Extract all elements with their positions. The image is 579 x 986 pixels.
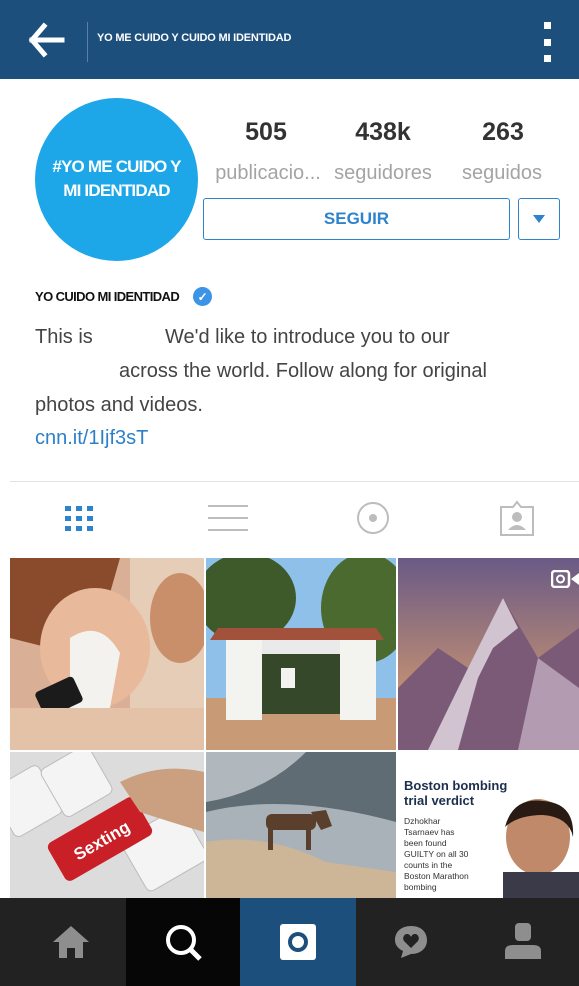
stat-followers[interactable]: 438k bbox=[328, 118, 438, 147]
camera-icon[interactable] bbox=[240, 898, 356, 986]
stat-following-label: seguidos bbox=[461, 162, 543, 184]
profile-name: YO CUIDO MI IDENTIDAD bbox=[35, 289, 180, 304]
stat-following[interactable]: 263 bbox=[458, 118, 548, 147]
stat-posts-value: 505 bbox=[245, 118, 287, 146]
chevron-down-icon bbox=[533, 215, 545, 223]
suspect-portrait bbox=[503, 799, 579, 898]
suggestions-dropdown-button[interactable] bbox=[518, 198, 560, 240]
arrow-left-icon[interactable] bbox=[22, 20, 72, 60]
avatar-text: #YO ME CUIDO Y MI IDENTIDAD bbox=[52, 157, 181, 200]
page-title: YO ME CUIDO Y CUIDO MI IDENTIDAD bbox=[97, 32, 292, 44]
stat-posts-label-wrap: publicacio... bbox=[198, 156, 338, 185]
list-icon[interactable] bbox=[198, 493, 258, 543]
tagged-person-icon[interactable] bbox=[487, 493, 547, 543]
profile-view-tabs bbox=[0, 493, 579, 543]
stat-followers-label: seguidores bbox=[334, 162, 432, 184]
video-camera-icon bbox=[550, 569, 579, 589]
stat-posts[interactable]: 505 bbox=[226, 118, 306, 147]
bio-line-1b: We'd like to introduce you to our bbox=[165, 326, 450, 348]
follow-button[interactable]: SEGUIR bbox=[203, 198, 510, 240]
post-dog-beach[interactable] bbox=[206, 752, 396, 898]
stat-followers-label-wrap: seguidores bbox=[323, 156, 443, 185]
activity-heart-icon[interactable] bbox=[356, 898, 466, 986]
post-mountain-sunset[interactable] bbox=[398, 558, 579, 750]
stat-following-label-wrap: seguidos bbox=[450, 156, 554, 185]
stat-followers-value: 438k bbox=[355, 118, 411, 146]
boston-body: Dzhokhar Tsarnaev has been found GUILTY … bbox=[404, 816, 469, 892]
stat-posts-label: publicacio... bbox=[215, 162, 321, 184]
bio-line-3: photos and videos. bbox=[35, 394, 203, 416]
search-icon[interactable] bbox=[126, 898, 240, 986]
location-pin-icon[interactable] bbox=[343, 493, 403, 543]
more-vertical-icon[interactable] bbox=[540, 22, 554, 62]
bio-line-2: across the world. Follow along for origi… bbox=[119, 360, 487, 382]
post-woman-crying-phone[interactable] bbox=[10, 558, 204, 750]
profile-icon[interactable] bbox=[466, 898, 579, 986]
post-boston-bombing[interactable]: Boston bombing trial verdict Dzhokhar Ts… bbox=[398, 752, 579, 898]
profile-link[interactable]: cnn.it/1Ijf3sT bbox=[35, 427, 148, 450]
stat-following-value: 263 bbox=[482, 118, 524, 146]
section-divider bbox=[10, 481, 579, 482]
post-sexting-keyboard[interactable]: Sexting bbox=[10, 752, 204, 898]
grid-icon[interactable] bbox=[49, 493, 109, 543]
home-icon[interactable] bbox=[16, 898, 126, 986]
post-park-gate[interactable] bbox=[206, 558, 396, 750]
posts-grid: Sexting Boston bombing trial verdict Dzh… bbox=[10, 558, 579, 898]
bottom-navigation bbox=[0, 898, 579, 986]
verified-badge-icon: ✓ bbox=[193, 287, 213, 306]
top-app-bar: YO ME CUIDO Y CUIDO MI IDENTIDAD bbox=[0, 0, 579, 79]
bio-line-1a: This is bbox=[35, 326, 93, 348]
header-divider bbox=[87, 22, 88, 62]
profile-name-row: YO CUIDO MI IDENTIDAD ✓ bbox=[35, 287, 213, 306]
